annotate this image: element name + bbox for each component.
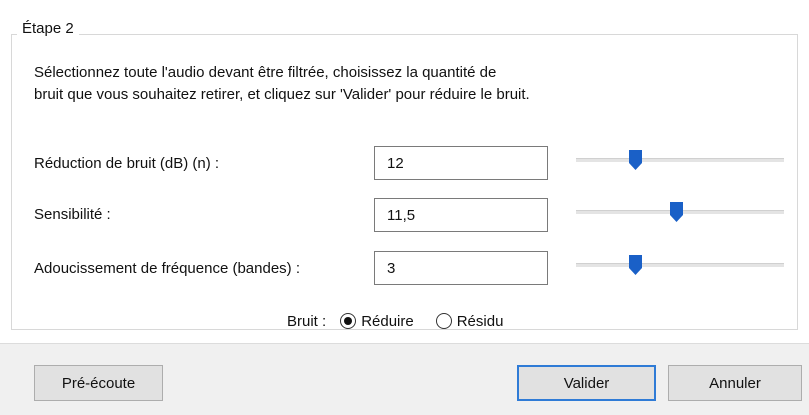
noise-label: Bruit : — [287, 312, 327, 330]
radio-residue-label[interactable]: Résidu — [457, 313, 504, 330]
frequency-smoothing-label: Adoucissement de fréquence (bandes) : — [34, 260, 300, 277]
preview-button[interactable]: Pré-écoute — [34, 365, 163, 401]
noise-reduction-label: Réduction de bruit (dB) (n) : — [34, 155, 220, 172]
instructions-text: Sélectionnez toute l'audio devant être f… — [34, 62, 754, 106]
noise-reduction-slider[interactable] — [576, 150, 784, 170]
slider-thumb[interactable] — [629, 255, 642, 275]
radio-reduce-indicator[interactable] — [340, 313, 357, 329]
slider-track — [576, 158, 784, 162]
slider-thumb[interactable] — [670, 202, 683, 222]
noise-radio-group: Bruit : Réduire Résidu — [287, 310, 525, 332]
slider-track — [576, 263, 784, 267]
ok-button[interactable]: Valider — [517, 365, 656, 401]
radio-reduce-label[interactable]: Réduire — [361, 313, 414, 330]
sensitivity-label: Sensibilité : — [34, 206, 111, 223]
radio-residue-indicator[interactable] — [435, 313, 452, 329]
slider-thumb[interactable] — [629, 150, 642, 170]
frequency-smoothing-slider[interactable] — [576, 255, 784, 275]
sensitivity-slider[interactable] — [576, 202, 784, 222]
sensitivity-input[interactable] — [374, 198, 548, 232]
frequency-smoothing-input[interactable] — [374, 251, 548, 285]
instructions-line-1: Sélectionnez toute l'audio devant être f… — [34, 64, 497, 81]
cancel-button[interactable]: Annuler — [668, 365, 802, 401]
radio-reduce[interactable]: Réduire — [340, 313, 414, 330]
instructions-line-2: bruit que vous souhaitez retirer, et cli… — [34, 86, 530, 103]
step-title: Étape 2 — [17, 20, 79, 38]
radio-residue[interactable]: Résidu — [435, 313, 504, 330]
noise-reduction-input[interactable] — [374, 146, 548, 180]
